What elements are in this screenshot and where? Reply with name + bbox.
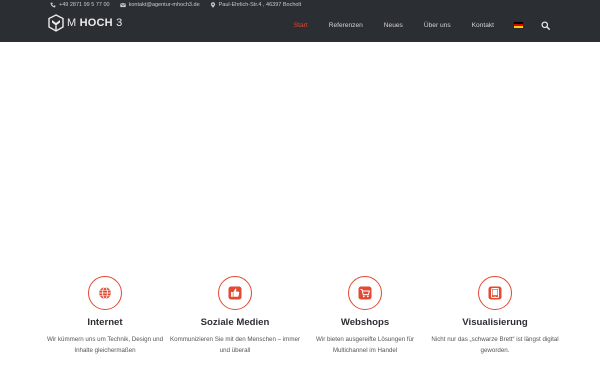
brand-name: M HOCH 3 xyxy=(67,17,123,29)
map-marker-icon xyxy=(210,2,216,8)
german-flag-icon[interactable] xyxy=(514,22,523,28)
feature-icon-circle[interactable] xyxy=(478,276,512,310)
envelope-icon xyxy=(119,2,126,8)
site-header: +49 2871 99 5 77 00 kontakt@agentur-mhoc… xyxy=(0,0,600,42)
email-contact[interactable]: kontakt@agentur-mhoch3.de xyxy=(119,2,200,8)
feature-soziale-medien: Soziale Medien Kommunizieren Sie mit den… xyxy=(170,276,300,356)
feature-description: Kommunizieren Sie mit den Menschen – imm… xyxy=(170,336,300,354)
feature-title: Internet xyxy=(87,317,123,328)
feature-description: Wir kümmern uns um Technik, Design und I… xyxy=(46,336,164,354)
nav-item-start[interactable]: Start xyxy=(294,22,308,29)
shopping-cart-icon xyxy=(358,286,372,300)
feature-description: Wir bieten ausgereifte Lösungen für Mult… xyxy=(315,336,415,354)
phone-icon xyxy=(50,2,56,8)
main-navigation: Start Referenzen Neues Über uns Kontakt xyxy=(273,20,550,30)
email-address: kontakt@agentur-mhoch3.de xyxy=(128,2,200,8)
phone-contact[interactable]: +49 2871 99 5 77 00 xyxy=(50,2,110,8)
feature-visualisierung: Visualisierung Nicht nur das „schwarze B… xyxy=(430,276,560,356)
feature-description: Nicht nur das „schwarze Brett“ ist längs… xyxy=(431,336,559,354)
nav-item-kontakt[interactable]: Kontakt xyxy=(472,22,494,29)
feature-icon-circle[interactable] xyxy=(88,276,122,310)
nav-item-neues[interactable]: Neues xyxy=(384,22,403,29)
feature-icon-circle[interactable] xyxy=(348,276,382,310)
feature-title: Visualisierung xyxy=(462,317,528,328)
feature-title: Soziale Medien xyxy=(200,317,270,328)
globe-icon xyxy=(98,286,112,300)
brand-logo[interactable]: M HOCH 3 xyxy=(48,14,122,32)
postal-address: Paul-Ehrlich-Str.4 , 46397 Bocholt xyxy=(218,2,302,8)
feature-webshops: Webshops Wir bieten ausgereifte Lösungen… xyxy=(300,276,430,356)
feature-icon-circle[interactable] xyxy=(218,276,252,310)
cube-logo-icon xyxy=(48,14,64,32)
tablet-icon xyxy=(488,286,502,300)
phone-number: +49 2871 99 5 77 00 xyxy=(59,2,110,8)
feature-title: Webshops xyxy=(340,317,390,328)
search-icon[interactable] xyxy=(541,20,550,30)
address-contact[interactable]: Paul-Ehrlich-Str.4 , 46397 Bocholt xyxy=(210,2,302,8)
contact-topbar: +49 2871 99 5 77 00 kontakt@agentur-mhoc… xyxy=(50,1,301,9)
nav-item-ueber-uns[interactable]: Über uns xyxy=(424,22,451,29)
feature-internet: Internet Wir kümmern uns um Technik, Des… xyxy=(40,276,170,356)
nav-item-referenzen[interactable]: Referenzen xyxy=(329,22,363,29)
thumbs-up-icon xyxy=(228,286,242,300)
